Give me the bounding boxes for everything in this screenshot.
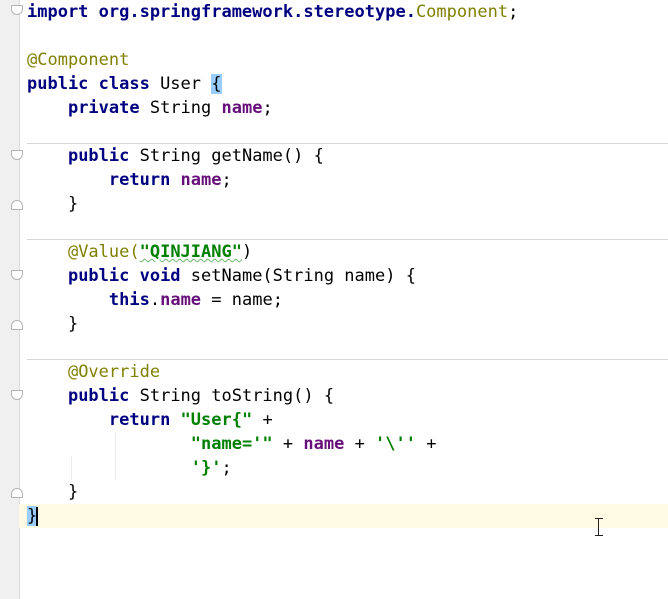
editor-gutter — [0, 0, 20, 599]
code-line-1[interactable]: import org.springframework.stereotype.Co… — [27, 0, 518, 24]
code-line-21[interactable]: } — [27, 480, 78, 504]
string-literal: "name='" — [190, 434, 273, 454]
matched-open-brace: { — [211, 74, 222, 94]
field-name: name — [221, 98, 263, 118]
field-name: name — [303, 434, 345, 454]
close-brace: } — [67, 482, 79, 502]
code-line-16[interactable]: @Override — [27, 360, 160, 384]
char-literal: '}' — [190, 458, 222, 478]
public-keyword: public — [67, 386, 140, 406]
semicolon: ; — [262, 98, 273, 118]
assignment: = name; — [201, 290, 283, 310]
class-name: User — [160, 74, 212, 94]
semicolon: ; — [221, 170, 232, 190]
fold-marker-icon[interactable] — [11, 320, 23, 330]
plus-operator: + — [416, 434, 437, 454]
plus-operator: + — [344, 434, 376, 454]
fold-marker-icon[interactable] — [11, 200, 23, 210]
public-keyword: public — [67, 146, 140, 166]
close-brace: } — [67, 194, 79, 214]
fold-marker-icon[interactable] — [11, 150, 23, 160]
string-literal: "QINJIANG" — [139, 242, 242, 262]
code-line-17[interactable]: public String toString() { — [27, 384, 334, 408]
code-line-7[interactable]: public String getName() { — [27, 144, 324, 168]
code-line-3[interactable]: @Component — [27, 48, 129, 72]
text-cursor-icon — [595, 518, 603, 536]
field-name: name — [180, 170, 222, 190]
fold-marker-icon[interactable] — [11, 390, 23, 400]
method-signature: String getName() { — [139, 146, 324, 166]
code-editor[interactable]: import org.springframework.stereotype.Co… — [0, 0, 668, 599]
dot: . — [149, 290, 161, 310]
code-line-4[interactable]: public class User { — [27, 72, 222, 96]
code-line-12[interactable]: public void setName(String name) { — [27, 264, 416, 288]
method-signature: String toString() { — [139, 386, 335, 406]
close-paren: ) — [241, 242, 253, 262]
semicolon: ; — [508, 2, 519, 22]
close-brace: } — [67, 314, 79, 334]
public-void-keywords: public void — [67, 266, 191, 286]
code-line-5[interactable]: private String name; — [27, 96, 273, 120]
annotation-value: @Value( — [67, 242, 140, 262]
code-line-13[interactable]: this.name = name; — [27, 288, 283, 312]
return-keyword: return — [108, 170, 181, 190]
class-keywords: public class — [27, 74, 161, 94]
annotation-component: @Component — [27, 50, 130, 70]
fold-marker-icon[interactable] — [11, 270, 23, 280]
annotation-override: @Override — [67, 362, 161, 382]
code-line-11[interactable]: @Value("QINJIANG") — [27, 240, 252, 264]
code-line-9[interactable]: } — [27, 192, 78, 216]
plus-operator: + — [272, 434, 304, 454]
code-line-18[interactable]: return "User{" + — [27, 408, 273, 432]
type-name: String — [149, 98, 222, 118]
import-statement: import org.springframework.stereotype. — [27, 2, 416, 22]
private-keyword: private — [67, 98, 150, 118]
import-class: Component — [415, 2, 509, 22]
code-line-8[interactable]: return name; — [27, 168, 232, 192]
fold-marker-icon[interactable] — [11, 488, 23, 498]
plus-operator: + — [252, 410, 273, 430]
code-line-14[interactable]: } — [27, 312, 78, 336]
method-signature: setName(String name) { — [190, 266, 416, 286]
char-literal: '\'' — [375, 434, 416, 454]
code-line-20[interactable]: '}'; — [27, 456, 232, 480]
fold-marker-icon[interactable] — [11, 5, 23, 15]
return-keyword: return — [108, 410, 181, 430]
field-name: name — [160, 290, 202, 310]
code-line-19[interactable]: "name='" + name + '\'' + — [27, 432, 437, 456]
string-literal: "User{" — [180, 410, 253, 430]
this-keyword: this — [108, 290, 150, 310]
code-line-22-current[interactable]: } — [19, 504, 668, 528]
text-caret — [36, 506, 39, 526]
semicolon: ; — [221, 458, 232, 478]
